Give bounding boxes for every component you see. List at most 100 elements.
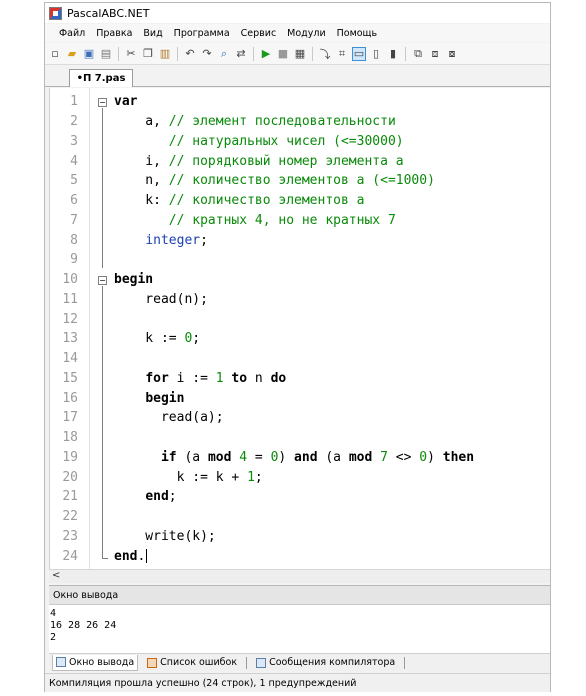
code-comment: // порядковый номер элемента a: [168, 153, 404, 169]
code-text: for i := 1 to n do: [145, 370, 287, 386]
toolbar-separator: [253, 46, 254, 61]
scroll-left-icon[interactable]: <: [52, 570, 60, 581]
code-line: 15 for i := 1 to n do: [50, 369, 550, 389]
open-file-icon[interactable]: ▰: [65, 47, 79, 61]
code-text: end.: [114, 548, 148, 564]
menu-edit[interactable]: Правка: [96, 28, 132, 39]
code-editor[interactable]: − − 1 var 2 a, // элемент последовательн…: [49, 88, 550, 569]
code-token: end: [114, 548, 138, 564]
code-type: integer: [145, 232, 201, 248]
menu-program[interactable]: Программа: [174, 28, 230, 39]
code-text: end;: [145, 489, 177, 505]
compile-icon[interactable]: ⧉: [411, 47, 425, 61]
toggle-output-icon[interactable]: ▯: [369, 47, 383, 61]
tab-p7-pas[interactable]: •П 7.pas: [69, 69, 133, 87]
code-text: a, // элемент последовательности: [114, 114, 396, 130]
code-text: k := k + 1;: [114, 469, 263, 485]
code-line: 1 var: [50, 92, 550, 112]
debug-icon[interactable]: ▦: [293, 47, 307, 61]
save-all-icon[interactable]: ▤: [99, 47, 113, 61]
tab-output-window[interactable]: Окно вывода: [52, 654, 139, 671]
code-token: end: [145, 489, 169, 505]
code-line: 4 i, // порядковый номер элемента a: [50, 151, 550, 171]
line-number: 6: [70, 193, 78, 209]
new-file-icon[interactable]: ▫: [48, 47, 62, 61]
line-number: 9: [70, 252, 78, 268]
code-token: var: [114, 94, 138, 110]
tab-separator: [404, 656, 406, 669]
status-text: Компиляция прошла успешно (24 строк), 1 …: [49, 677, 357, 689]
code-text: n, // количество элементов a (<=1000): [114, 173, 435, 189]
new-window-icon[interactable]: ⧈: [428, 47, 442, 61]
settings-icon[interactable]: ⧇: [445, 47, 459, 61]
output-window[interactable]: 4 16 28 26 24 2: [49, 605, 550, 653]
horizontal-scrollbar[interactable]: <: [49, 569, 550, 583]
navigate-icon[interactable]: ▮: [386, 47, 400, 61]
copy-icon[interactable]: ❐: [141, 47, 155, 61]
code-text: k: // количество элементов a: [114, 193, 365, 209]
tab-label: Сообщения компилятора: [269, 657, 396, 668]
line-number: 11: [62, 291, 78, 307]
code-line: 8 integer;: [50, 230, 550, 250]
code-line: 18: [50, 428, 550, 448]
code-text: read(n);: [114, 291, 208, 307]
line-number: 12: [62, 311, 78, 327]
toolbar-separator: [118, 46, 119, 61]
line-number: 23: [62, 528, 78, 544]
error-list-icon: [147, 657, 158, 668]
replace-icon[interactable]: ⇄: [234, 47, 248, 61]
line-number: 15: [62, 370, 78, 386]
editor-tab-strip: •П 7.pas: [45, 66, 550, 87]
toolbar-separator: [177, 46, 178, 61]
line-number: 1: [70, 94, 78, 110]
cut-icon[interactable]: ✂: [124, 47, 138, 61]
find-icon[interactable]: ⌕: [217, 47, 231, 61]
code-token: begin: [145, 390, 185, 406]
paste-icon[interactable]: ▥: [158, 47, 172, 61]
menu-help[interactable]: Помощь: [337, 28, 377, 39]
step-icon[interactable]: ⤵: [318, 47, 332, 61]
code-line: 14: [50, 349, 550, 369]
menu-file[interactable]: Файл: [59, 28, 85, 39]
menu-modules[interactable]: Модули: [287, 28, 325, 39]
pascalabc-logo-icon: [49, 6, 62, 20]
code-text: write(k);: [114, 528, 216, 544]
tab-compiler-messages[interactable]: Сообщения компилятора: [253, 655, 398, 671]
code-text: begin: [114, 391, 184, 406]
run-icon[interactable]: ▶: [259, 47, 273, 61]
code-line: 13 k := 0;: [50, 329, 550, 349]
menu-view[interactable]: Вид: [143, 28, 162, 39]
code-text: var: [114, 94, 137, 109]
code-comment: // элемент последовательности: [168, 114, 396, 130]
code-token: and: [294, 449, 318, 465]
stop-icon[interactable]: ■: [276, 47, 290, 61]
format-icon[interactable]: ▭: [352, 46, 366, 61]
code-comment: // количество элементов a: [168, 193, 365, 209]
undo-icon[interactable]: ↶: [183, 47, 197, 61]
line-number: 20: [62, 469, 78, 485]
line-number: 4: [70, 153, 78, 169]
compiler-messages-icon: [256, 657, 267, 668]
code-number: 1: [215, 370, 224, 386]
code-token: do: [270, 370, 287, 386]
line-number: 24: [62, 548, 78, 564]
redo-icon[interactable]: ↷: [200, 47, 214, 61]
tab-error-list[interactable]: Список ошибок: [144, 655, 240, 671]
toolbar-separator: [312, 46, 313, 61]
code-line: 10 begin: [50, 270, 550, 290]
save-icon[interactable]: ▣: [82, 47, 96, 61]
code-line: 3 // натуральных чисел (<=30000): [50, 132, 550, 152]
code-line: 23 write(k);: [50, 527, 550, 547]
code-number: 1: [247, 469, 255, 485]
code-line: 9: [50, 250, 550, 270]
code-number: 0: [270, 449, 279, 465]
line-number: 14: [62, 351, 78, 367]
code-token: begin: [114, 272, 154, 288]
line-number: 5: [70, 173, 78, 189]
menu-service[interactable]: Сервис: [241, 28, 277, 39]
watch-icon[interactable]: ⌗: [335, 47, 349, 61]
code-line: 16 begin: [50, 388, 550, 408]
code-line: 22: [50, 507, 550, 527]
output-window-header: Окно вывода: [49, 585, 550, 605]
code-line: 19 if (a mod 4 = 0) and (a mod 7 <> 0) t…: [50, 448, 550, 468]
